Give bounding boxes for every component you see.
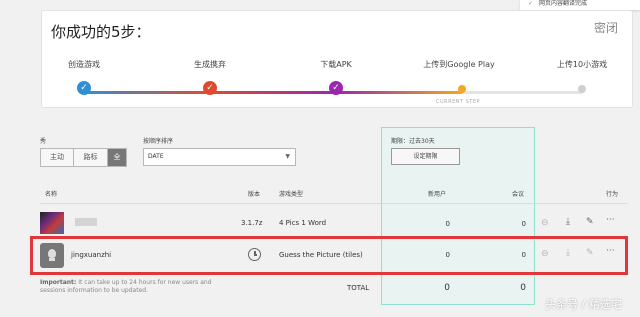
progress-title: 你成功的5步： <box>51 23 151 41</box>
period-label: 期限：过去30天 <box>391 138 435 145</box>
step-1-label: 创造游戏 <box>68 60 100 69</box>
type-segmented-control: 主动 路标 全 <box>40 148 127 167</box>
step-3-check-icon: ✓ <box>329 81 343 95</box>
header-sessions: 会议 <box>512 191 525 198</box>
game-thumbnail <box>40 212 64 234</box>
step-4-label: 上传到Google Play <box>423 60 495 69</box>
highlight-annotation <box>30 236 628 275</box>
current-step-label: CURRENT STEP <box>435 99 481 105</box>
step-connector <box>336 91 462 94</box>
segment-signpost[interactable]: 路标 <box>74 149 108 166</box>
header-name: 名称 <box>45 191 58 198</box>
row-1-new-users: 0 <box>445 220 450 228</box>
divider <box>40 203 628 204</box>
blurred-game-name <box>75 218 97 226</box>
step-2-check-icon: ✓ <box>203 81 217 95</box>
header-game-type: 游戏类型 <box>279 191 304 198</box>
header-actions: 行为 <box>606 191 619 198</box>
row-1-game-type: 4 Pics 1 Word <box>279 219 327 227</box>
note-bold: Important: <box>40 279 77 286</box>
type-filter-label: 秀 <box>40 138 47 145</box>
step-2-label: 生成携弃 <box>194 60 226 69</box>
progress-card: 你成功的5步： 密闭 创造游戏 生成携弃 下载APK 上传到Google Pla… <box>41 10 633 108</box>
header-version: 版本 <box>248 191 261 198</box>
current-step-dot <box>458 85 466 93</box>
row-1-sessions: 0 <box>521 220 526 228</box>
total-sessions: 0 <box>520 283 526 293</box>
total-label: TOTAL <box>347 284 370 292</box>
more-icon[interactable]: ··· <box>606 215 615 225</box>
translation-toast: ✓ 网页内容翻译完成 <box>520 0 640 10</box>
check-icon: ✓ <box>528 0 534 7</box>
important-note: Important: It can take up to 24 hours fo… <box>40 279 225 295</box>
step-connector <box>462 91 582 94</box>
sort-select-value: DATE <box>148 153 164 160</box>
watermark: 头条号 / 精选宅 <box>545 298 622 311</box>
step-connector <box>84 91 210 94</box>
sort-select[interactable]: DATE ▼ <box>143 148 296 166</box>
toast-text: 网页内容翻译完成 <box>539 0 588 7</box>
pending-step-dot <box>578 85 586 93</box>
row-1-version: 3.1.7z <box>241 219 263 227</box>
segment-all[interactable]: 全 <box>108 149 126 166</box>
link-icon[interactable]: ⊖ <box>541 218 549 228</box>
sort-label: 按顺序排序 <box>143 138 174 145</box>
step-3-label: 下载APK <box>320 60 352 69</box>
edit-icon[interactable]: ✎ <box>586 217 594 227</box>
close-button[interactable]: 密闭 <box>594 19 618 36</box>
total-new-users: 0 <box>444 283 450 293</box>
header-new-users: 新用户 <box>428 191 447 198</box>
step-1-check-icon: ✓ <box>77 81 91 95</box>
step-connector <box>210 91 336 94</box>
chevron-down-icon: ▼ <box>285 153 290 160</box>
segment-active[interactable]: 主动 <box>41 149 74 166</box>
step-5-label: 上传10小游戏 <box>556 60 608 69</box>
set-period-button[interactable]: 设定期限 <box>391 148 460 165</box>
download-icon[interactable]: ⤓ <box>566 217 570 227</box>
